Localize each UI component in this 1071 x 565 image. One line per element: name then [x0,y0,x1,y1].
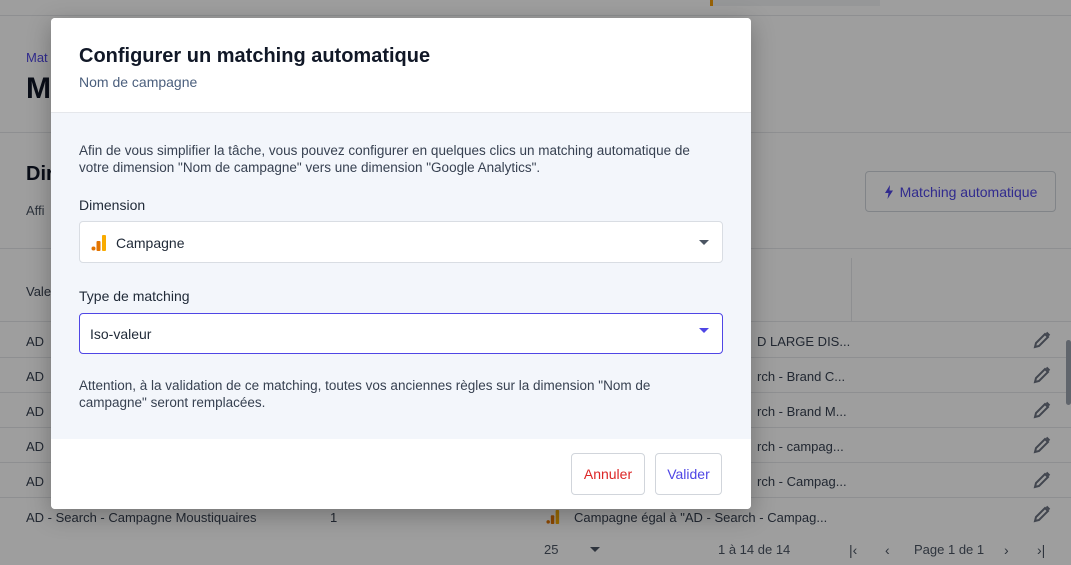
dialog-title: Configurer un matching automatique [79,45,431,67]
dialog-body: Afin de vous simplifier la tâche, vous p… [51,113,751,439]
chevron-down-icon [699,240,709,245]
dialog-footer: Annuler Valider [51,439,751,509]
matching-type-label: Type de matching [79,288,190,304]
chevron-down-icon [699,328,709,333]
google-analytics-icon [91,235,106,251]
dimension-select[interactable]: Campagne [79,221,723,263]
validate-button[interactable]: Valider [655,453,722,495]
auto-matching-dialog: Configurer un matching automatique Nom d… [51,18,751,509]
matching-type-select[interactable]: Iso-valeur [79,313,723,354]
dialog-intro-text: Afin de vous simplifier la tâche, vous p… [79,143,690,175]
matching-type-select-value: Iso-valeur [90,326,152,342]
dimension-select-value: Campagne [116,235,185,251]
dimension-label: Dimension [79,197,146,213]
dialog-warning-text: Attention, à la validation de ce matchin… [79,378,651,410]
cancel-button[interactable]: Annuler [571,453,645,495]
dialog-subtitle: Nom de campagne [79,74,198,90]
dialog-header: Configurer un matching automatique Nom d… [51,18,751,113]
